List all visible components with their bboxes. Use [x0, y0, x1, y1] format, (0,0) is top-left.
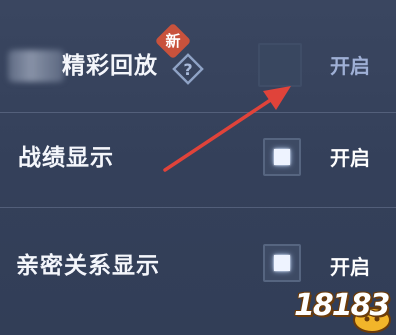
divider: [0, 112, 396, 113]
setting-label: 精彩回放: [62, 53, 158, 79]
intimacy-toggle-checkbox[interactable]: [263, 244, 301, 282]
setting-label: 亲密关系显示: [16, 253, 160, 279]
replay-toggle-checkbox[interactable]: [258, 43, 302, 87]
checkbox-checked-fill: [274, 255, 290, 271]
toggle-label: 开启: [330, 255, 370, 279]
record-toggle-checkbox[interactable]: [263, 138, 301, 176]
toggle-label: 开启: [330, 146, 370, 170]
setting-label: 战绩显示: [18, 145, 114, 171]
question-diamond-icon[interactable]: ?: [170, 51, 206, 87]
svg-text:?: ?: [183, 60, 192, 79]
checkbox-checked-fill: [274, 149, 290, 165]
divider: [0, 207, 396, 208]
toggle-label: 开启: [330, 54, 370, 78]
watermark-logo-text: 18183: [294, 288, 390, 323]
blurred-text: [8, 50, 64, 82]
